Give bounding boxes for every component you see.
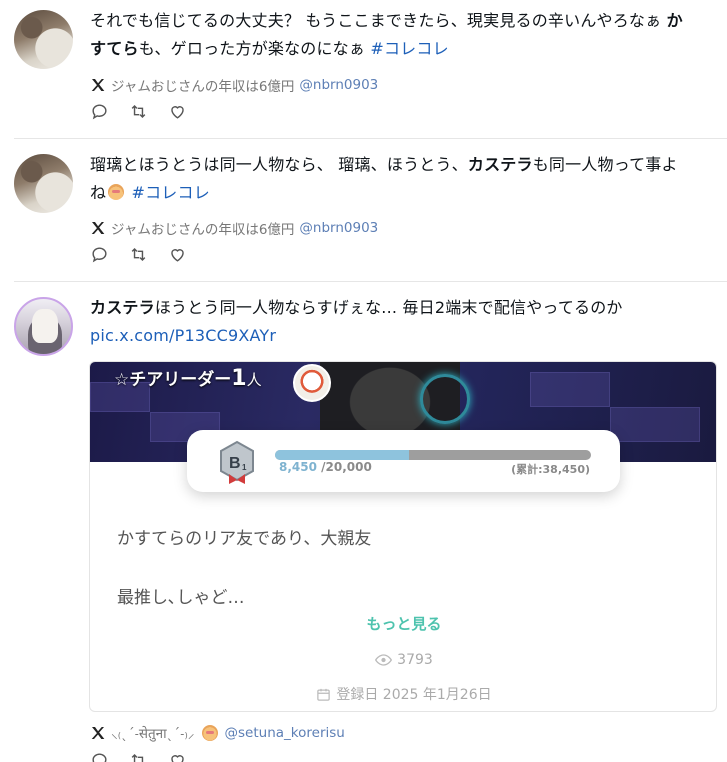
tweet-source[interactable]: ジャムおじさんの年収は6億円 @nbrn0903 [90, 75, 378, 95]
reply-icon[interactable] [90, 102, 109, 121]
cheerleader-count: ☆チアリーダー1人 [114, 366, 262, 391]
retweet-icon[interactable] [129, 102, 148, 121]
eye-icon [375, 654, 393, 666]
svg-text:1: 1 [242, 463, 247, 472]
svg-text:B: B [229, 455, 241, 472]
avatar[interactable] [14, 10, 73, 69]
divider [14, 281, 727, 282]
tweet-text: 瑠璃とほうとうは同一人物なら、 瑠璃、ほうとう、カステラも同一人物って事よ ね … [90, 155, 678, 202]
x-logo-icon [91, 727, 105, 739]
like-icon[interactable] [168, 245, 187, 264]
x-logo-icon [91, 222, 105, 234]
avatar[interactable] [14, 154, 73, 213]
bio-line: かすてらのリア友であり、大親友 [117, 529, 372, 549]
source-handle[interactable]: @setuna_korerisu [225, 725, 345, 741]
divider [14, 138, 727, 139]
x-logo-icon [91, 79, 105, 91]
reply-icon[interactable] [90, 245, 109, 264]
tweet-text: カステラほうとう同一人物ならすげぇな... 毎日2端末で配信やってるのか pic… [90, 298, 623, 345]
source-name: ジャムおじさんの年収は6億円 [111, 222, 295, 238]
progress-values: 8,450 /20,000 [279, 460, 372, 474]
progress-cumulative: (累計:38,450) [511, 463, 590, 476]
retweet-icon[interactable] [129, 245, 148, 264]
emoji-icon [201, 725, 218, 741]
show-more-button[interactable]: もっと見る [90, 613, 716, 634]
like-icon[interactable] [168, 751, 187, 762]
tweet-source[interactable]: ジャムおじさんの年収は6億円 @nbrn0903 [90, 218, 378, 238]
tweet-source[interactable]: ⸜₍ˎˊ˗सेतुनाˎˊ˗₎⸝ @setuna_korerisu [90, 724, 345, 742]
pleading-face-emoji-icon [108, 184, 125, 200]
tweet-actions [90, 751, 187, 762]
cheerleader-avatar [293, 364, 331, 402]
source-name: ⸜₍ˎˊ˗सेतुनाˎˊ˗₎⸝ [111, 726, 195, 742]
registration-date: 登録日 2025 年1月26日 [90, 684, 716, 704]
hashtag-link[interactable]: #コレコレ [370, 39, 448, 58]
rank-progress-panel: B 1 8,450 /20,000 (累計:38,450) [187, 430, 620, 492]
progress-bar [275, 450, 591, 460]
retweet-icon[interactable] [129, 751, 148, 762]
view-count-value: 3793 [397, 652, 433, 668]
bio-line: 最推し､しゃど… [117, 588, 245, 608]
reply-icon[interactable] [90, 751, 109, 762]
registration-date-value: 登録日 2025 年1月26日 [336, 687, 492, 703]
tweet-actions [90, 245, 187, 264]
view-count: 3793 [90, 652, 716, 668]
embedded-profile-card[interactable]: ☆チアリーダー1人 B 1 8,450 /20,000 (累計:38,450) … [89, 361, 717, 712]
source-handle[interactable]: @nbrn0903 [299, 220, 378, 236]
source-name: ジャムおじさんの年収は6億円 [111, 79, 295, 95]
hashtag-link[interactable]: #コレコレ [132, 183, 210, 202]
source-handle[interactable]: @nbrn0903 [299, 77, 378, 93]
like-icon[interactable] [168, 102, 187, 121]
avatar[interactable] [14, 297, 73, 356]
progress-bar-fill [275, 450, 409, 460]
calendar-icon [317, 688, 331, 701]
tweet-actions [90, 102, 187, 121]
tweet-text: それでも信じてるの大丈夫？ もうここまできたら、現実見るの辛いんやろなぁ か す… [90, 11, 683, 58]
pic-link[interactable]: pic.x.com/P13CC9XAYr [90, 326, 276, 345]
rank-badge-icon: B 1 [220, 440, 254, 484]
